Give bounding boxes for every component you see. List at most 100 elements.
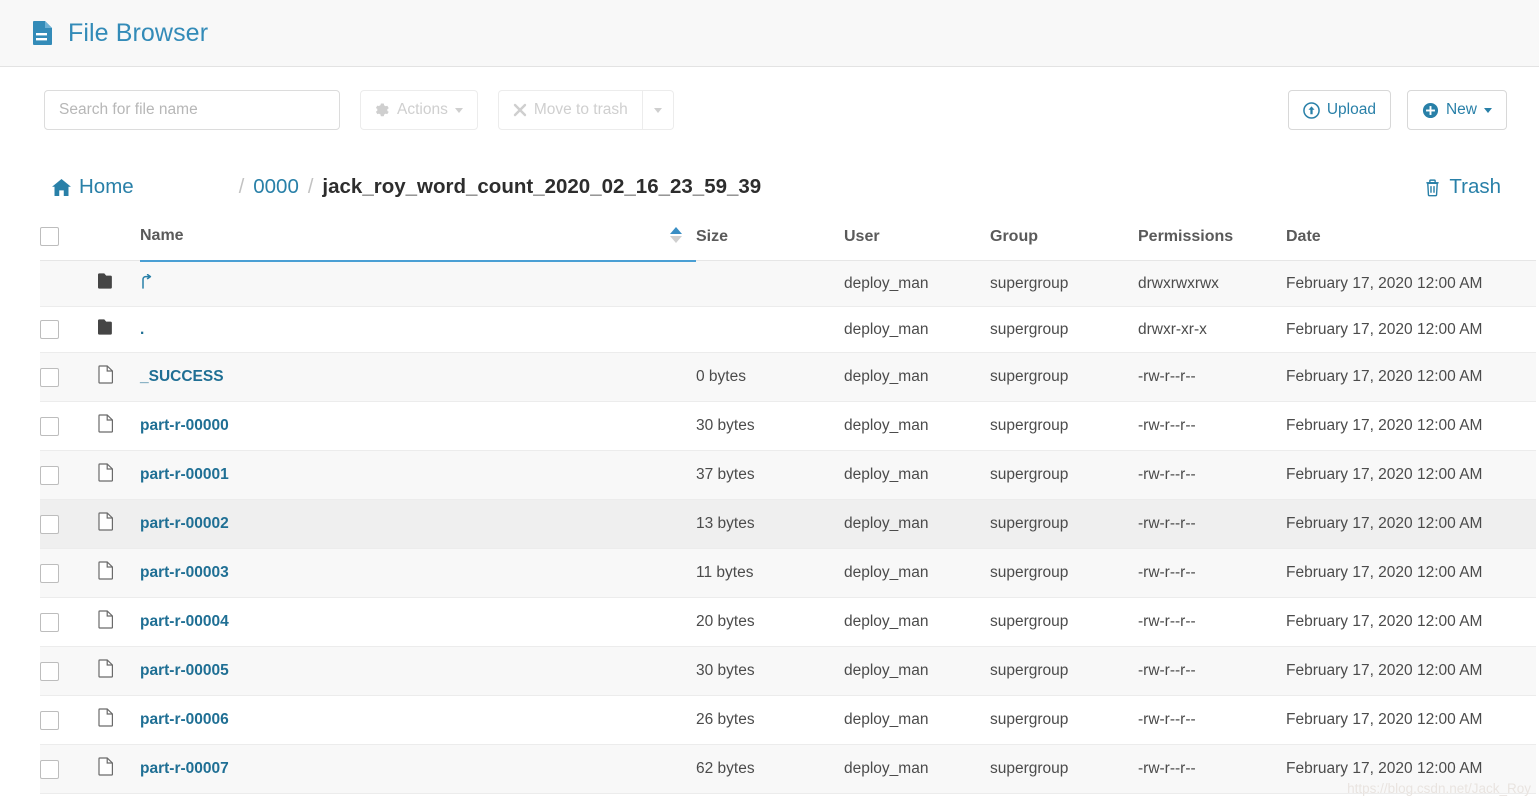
row-date: February 17, 2020 12:00 AM [1286, 352, 1536, 402]
actions-button-label: Actions [397, 101, 448, 118]
row-checkbox[interactable] [40, 367, 59, 387]
row-name-cell: part-r-00005 [140, 646, 696, 696]
row-checkbox[interactable] [40, 661, 59, 681]
row-checkbox[interactable] [40, 514, 59, 534]
select-all-checkbox[interactable] [40, 227, 59, 246]
header-permissions[interactable]: Permissions [1138, 219, 1286, 261]
toolbar-right-group: Upload New [1287, 90, 1507, 130]
trash-link[interactable]: Trash [1424, 175, 1501, 199]
file-document-icon [32, 20, 54, 46]
row-name-cell: part-r-00006 [140, 695, 696, 745]
row-select-cell [40, 695, 98, 745]
file-name-link[interactable]: part-r-00005 [140, 662, 229, 679]
row-checkbox[interactable] [40, 710, 59, 730]
header-select-all-cell [40, 219, 98, 261]
table-row[interactable]: . deploy_man supergroup drwxr-xr-x February … [40, 306, 1536, 353]
row-permissions: -rw-r--r-- [1138, 401, 1286, 451]
file-name-link[interactable]: part-r-00003 [140, 564, 229, 581]
row-user: deploy_man [844, 401, 990, 451]
row-size: 26 bytes [696, 695, 844, 745]
caret-down-icon [653, 107, 662, 113]
trash-icon [1424, 178, 1441, 197]
row-user: deploy_man [844, 793, 990, 800]
row-name-cell [140, 260, 696, 307]
row-date: February 17, 2020 12:00 AM [1286, 450, 1536, 500]
new-button-label: New [1445, 101, 1477, 118]
row-checkbox[interactable] [40, 612, 59, 632]
table-row[interactable]: part-r-00000 30 bytes deploy_man supergroup… [40, 401, 1536, 451]
row-group: supergroup [990, 401, 1138, 451]
row-checkbox[interactable] [40, 759, 59, 779]
parent-directory-link[interactable] [140, 273, 153, 293]
file-name-link[interactable]: part-r-00007 [140, 760, 229, 777]
table-row[interactable]: part-r-00001 37 bytes deploy_man supergroup… [40, 450, 1536, 500]
current-directory-link[interactable]: . [140, 321, 144, 338]
new-button[interactable]: New [1406, 90, 1507, 130]
row-size [696, 260, 844, 307]
table-row[interactable]: part-r-00004 20 bytes deploy_man supergroup… [40, 597, 1536, 647]
header-name[interactable]: Name [140, 219, 696, 262]
row-user: deploy_man [844, 352, 990, 402]
header-date[interactable]: Date [1286, 219, 1536, 261]
row-checkbox[interactable] [40, 416, 59, 436]
table-row[interactable]: _SUCCESS 0 bytes deploy_man supergroup -rw-r… [40, 352, 1536, 402]
file-name-link[interactable]: part-r-00004 [140, 613, 229, 630]
file-name-link[interactable]: part-r-00000 [140, 417, 229, 434]
row-user: deploy_man [844, 450, 990, 500]
toolbar: Actions Move to trash [0, 67, 1539, 133]
header-group[interactable]: Group [990, 219, 1138, 261]
row-permissions: -rw-r--r-- [1138, 695, 1286, 745]
row-group: supergroup [990, 352, 1138, 402]
table-row[interactable]: part-r-00002 13 bytes deploy_man supergroup… [40, 499, 1536, 549]
table-row[interactable]: part-r-00006 26 bytes deploy_man supergroup… [40, 695, 1536, 745]
breadcrumb-item-0000[interactable]: 0000 [253, 175, 299, 199]
upload-button[interactable]: Upload [1287, 90, 1391, 130]
file-name-link[interactable]: _SUCCESS [140, 368, 224, 385]
actions-button[interactable]: Actions [360, 90, 478, 130]
row-group: supergroup [990, 597, 1138, 647]
chevron-down-icon [454, 107, 463, 113]
table-row[interactable]: part-r-00007 62 bytes deploy_man supergroup… [40, 744, 1536, 794]
file-table-container: Name Size User Group Permissions Date de… [0, 219, 1539, 800]
sort-indicator-name[interactable] [670, 227, 682, 244]
file-table-head: Name Size User Group Permissions Date [40, 219, 1536, 262]
row-checkbox[interactable] [40, 465, 59, 485]
header-user[interactable]: User [844, 219, 990, 261]
row-date: February 17, 2020 12:00 AM [1286, 401, 1536, 451]
file-name-link[interactable]: part-r-00006 [140, 711, 229, 728]
row-size: 13 bytes [696, 499, 844, 549]
folder-icon [98, 260, 140, 307]
move-to-trash-button[interactable]: Move to trash [497, 90, 643, 130]
row-checkbox[interactable] [40, 320, 59, 339]
breadcrumb-home-link[interactable]: Home [52, 175, 134, 199]
row-group: supergroup [990, 695, 1138, 745]
row-user: deploy_man [844, 306, 990, 353]
row-name-cell: part-r-00007 [140, 744, 696, 794]
search-input[interactable] [44, 90, 340, 130]
row-size: 30 bytes [696, 646, 844, 696]
row-user: deploy_man [844, 744, 990, 794]
row-select-cell [40, 548, 98, 598]
row-name-cell: part-r-00003 [140, 548, 696, 598]
table-row[interactable]: part-r-0000840 bytesdeploy_mansupergroup… [40, 793, 1536, 800]
table-row[interactable]: part-r-00005 30 bytes deploy_man supergroup… [40, 646, 1536, 696]
move-to-trash-group: Move to trash [497, 90, 674, 130]
row-name-cell: part-r-00008 [140, 793, 696, 800]
caret-down-icon [670, 236, 682, 244]
move-to-trash-dropdown-toggle[interactable] [642, 90, 674, 130]
table-row[interactable]: deploy_man supergroup drwxrwxrwx February 1… [40, 260, 1536, 307]
row-group: supergroup [990, 499, 1138, 549]
file-name-link[interactable]: part-r-00002 [140, 515, 229, 532]
row-permissions: drwxr-xr-x [1138, 306, 1286, 353]
gear-icon [375, 102, 390, 118]
row-select-cell [40, 401, 98, 451]
row-name-cell: . [140, 306, 696, 353]
table-row[interactable]: part-r-00003 11 bytes deploy_man supergroup… [40, 548, 1536, 598]
row-checkbox[interactable] [40, 563, 59, 583]
header-size[interactable]: Size [696, 219, 844, 261]
row-permissions: -rw-r--r-- [1138, 499, 1286, 549]
row-group: supergroup [990, 548, 1138, 598]
file-name-link[interactable]: part-r-00001 [140, 466, 229, 483]
row-select-cell [40, 499, 98, 549]
trash-label: Trash [1449, 175, 1501, 198]
